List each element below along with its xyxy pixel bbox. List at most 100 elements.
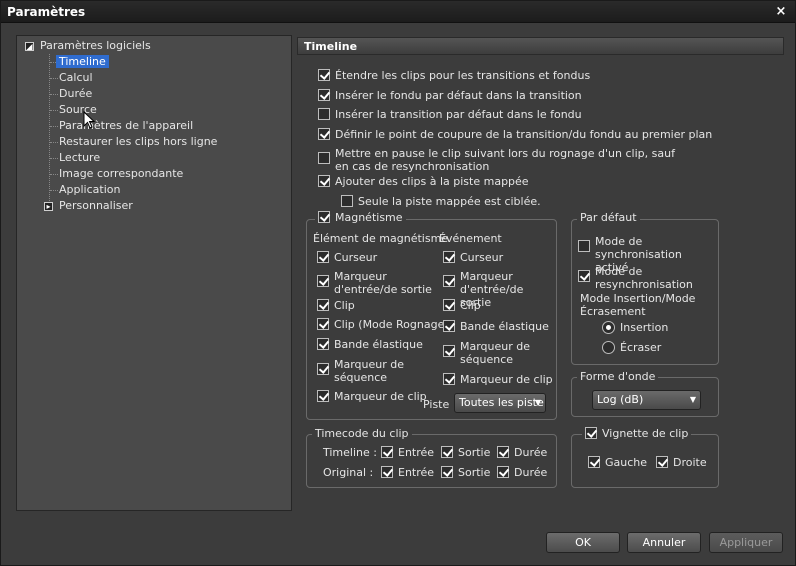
thumbnail-right-toggle[interactable]: Droite — [656, 456, 707, 469]
checkbox[interactable] — [318, 108, 330, 120]
insert-overwrite-label: Mode Insertion/Mode Écrasement — [580, 292, 696, 318]
checkbox[interactable] — [317, 318, 329, 330]
magnetism-toggle[interactable]: Magnétisme — [315, 211, 406, 224]
timeline-out-toggle[interactable]: Sortie — [441, 446, 490, 459]
timecode-row-original: Original : — [323, 466, 374, 479]
magnet-event-clip[interactable]: Clip — [443, 299, 481, 312]
checkbox[interactable] — [441, 466, 453, 478]
waveform-dropdown[interactable]: Log (dB) ▼ — [592, 390, 701, 410]
checkbox[interactable] — [341, 195, 353, 207]
magnet-event-clip-marker[interactable]: Marqueur de clip — [443, 373, 553, 386]
checkbox[interactable] — [381, 446, 393, 458]
option-mapped-track-only[interactable]: Seule la piste mappée est ciblée. — [341, 195, 541, 208]
radio-insert[interactable]: Insertion — [602, 321, 668, 334]
timeline-dur-toggle[interactable]: Durée — [497, 446, 547, 459]
waveform-group-title: Forme d'onde — [577, 370, 659, 383]
window-title: Paramètres — [7, 5, 86, 19]
checkbox[interactable] — [318, 128, 330, 140]
option-insert-default-transition[interactable]: Insérer la transition par défaut dans le… — [318, 108, 582, 121]
magnet-elem-clip[interactable]: Clip — [317, 299, 355, 312]
option-extend-clips[interactable]: Étendre les clips pour les transitions e… — [318, 69, 590, 82]
checkbox[interactable] — [578, 240, 590, 252]
tree-item-matching-frame[interactable]: Image correspondante — [59, 167, 183, 180]
tree-item-calcul[interactable]: Calcul — [59, 71, 93, 84]
checkbox[interactable] — [441, 446, 453, 458]
checkbox[interactable] — [381, 466, 393, 478]
option-insert-default-fade[interactable]: Insérer le fondu par défaut dans la tran… — [318, 89, 582, 102]
original-dur-toggle[interactable]: Durée — [497, 466, 547, 479]
radio-overwrite[interactable]: Écraser — [602, 341, 661, 354]
checkbox[interactable] — [318, 89, 330, 101]
magnet-elem-clip-marker[interactable]: Marqueur de clip — [317, 390, 427, 403]
tree-item-playback[interactable]: Lecture — [59, 151, 100, 164]
checkbox[interactable] — [443, 251, 455, 263]
resync-mode-toggle[interactable]: Mode de resynchronisation — [578, 265, 713, 291]
magnet-elements-heading: Élément de magnétisme — [313, 232, 449, 245]
checkbox[interactable] — [317, 251, 329, 263]
panel-header: Timeline — [297, 37, 784, 55]
magnet-elem-inout[interactable]: Marqueur d'entrée/de sortie — [317, 270, 432, 296]
checkbox[interactable] — [443, 373, 455, 385]
checkbox[interactable] — [443, 320, 455, 332]
thumbnail-left-toggle[interactable]: Gauche — [588, 456, 647, 469]
dropdown-arrow-icon: ▼ — [689, 395, 696, 404]
checkbox[interactable] — [318, 152, 330, 164]
tree-item-duree[interactable]: Durée — [59, 87, 92, 100]
ok-button[interactable]: OK — [546, 532, 620, 553]
tree-item-timeline[interactable]: Timeline — [56, 55, 109, 68]
collapsed-toggle-icon[interactable]: ▸ — [44, 202, 53, 211]
checkbox[interactable] — [585, 427, 597, 439]
timecode-group — [306, 434, 557, 488]
magnet-event-rubber-band[interactable]: Bande élastique — [443, 320, 549, 333]
checkbox[interactable] — [317, 338, 329, 350]
radio-button[interactable] — [602, 341, 615, 354]
magnet-event-cursor[interactable]: Curseur — [443, 251, 503, 264]
magnet-events-heading: Événement — [439, 232, 502, 245]
checkbox[interactable] — [317, 299, 329, 311]
tree-root-software-settings[interactable]: Paramètres logiciels — [40, 39, 151, 52]
option-add-to-mapped-track[interactable]: Ajouter des clips à la piste mappée — [318, 175, 529, 188]
checkbox[interactable] — [578, 270, 590, 282]
tree-item-restore-offline-clips[interactable]: Restaurer les clips hors ligne — [59, 135, 217, 148]
close-icon[interactable]: × — [773, 4, 789, 20]
radio-button[interactable] — [602, 321, 615, 334]
magnet-elem-seq-marker[interactable]: Marqueur de séquence — [317, 358, 417, 384]
checkbox[interactable] — [317, 275, 329, 287]
magnet-elem-clip-trim[interactable]: Clip (Mode Rognage) — [317, 318, 449, 331]
original-out-toggle[interactable]: Sortie — [441, 466, 490, 479]
checkbox[interactable] — [317, 363, 329, 375]
mouse-cursor-icon — [83, 111, 95, 129]
checkbox[interactable] — [497, 446, 509, 458]
timecode-group-title: Timecode du clip — [312, 427, 412, 440]
thumbnail-toggle[interactable]: Vignette de clip — [582, 427, 692, 440]
settings-tree: ◢ Paramètres logiciels Timeline Calcul D… — [16, 35, 292, 511]
magnet-elem-rubber-band[interactable]: Bande élastique — [317, 338, 423, 351]
magnet-elem-cursor[interactable]: Curseur — [317, 251, 377, 264]
tree-item-application[interactable]: Application — [59, 183, 120, 196]
apply-button[interactable]: Appliquer — [709, 532, 783, 553]
panel-title: Timeline — [304, 40, 358, 53]
option-cut-point-foreground[interactable]: Définir le point de coupure de la transi… — [318, 128, 712, 141]
checkbox[interactable] — [443, 275, 455, 287]
expanded-toggle-icon[interactable]: ◢ — [25, 42, 34, 51]
default-group-title: Par défaut — [577, 211, 640, 224]
track-label: Piste — [423, 398, 450, 411]
track-dropdown[interactable]: Toutes les piste ▼ — [454, 393, 546, 413]
tree-item-device-settings[interactable]: Paramètres de l'appareil — [59, 119, 193, 132]
checkbox[interactable] — [318, 69, 330, 81]
tree-item-customize[interactable]: Personnaliser — [59, 199, 133, 212]
checkbox[interactable] — [318, 175, 330, 187]
checkbox[interactable] — [443, 345, 455, 357]
checkbox[interactable] — [318, 211, 330, 223]
magnet-event-seq-marker[interactable]: Marqueur de séquence — [443, 340, 543, 366]
checkbox[interactable] — [588, 456, 600, 468]
timeline-in-toggle[interactable]: Entrée — [381, 446, 434, 459]
option-pause-next-clip[interactable]: Mettre en pause le clip suivant lors du … — [318, 147, 678, 173]
dropdown-arrow-icon: ▼ — [534, 398, 541, 407]
checkbox[interactable] — [443, 299, 455, 311]
original-in-toggle[interactable]: Entrée — [381, 466, 434, 479]
checkbox[interactable] — [497, 466, 509, 478]
cancel-button[interactable]: Annuler — [627, 532, 701, 553]
checkbox[interactable] — [656, 456, 668, 468]
checkbox[interactable] — [317, 390, 329, 402]
